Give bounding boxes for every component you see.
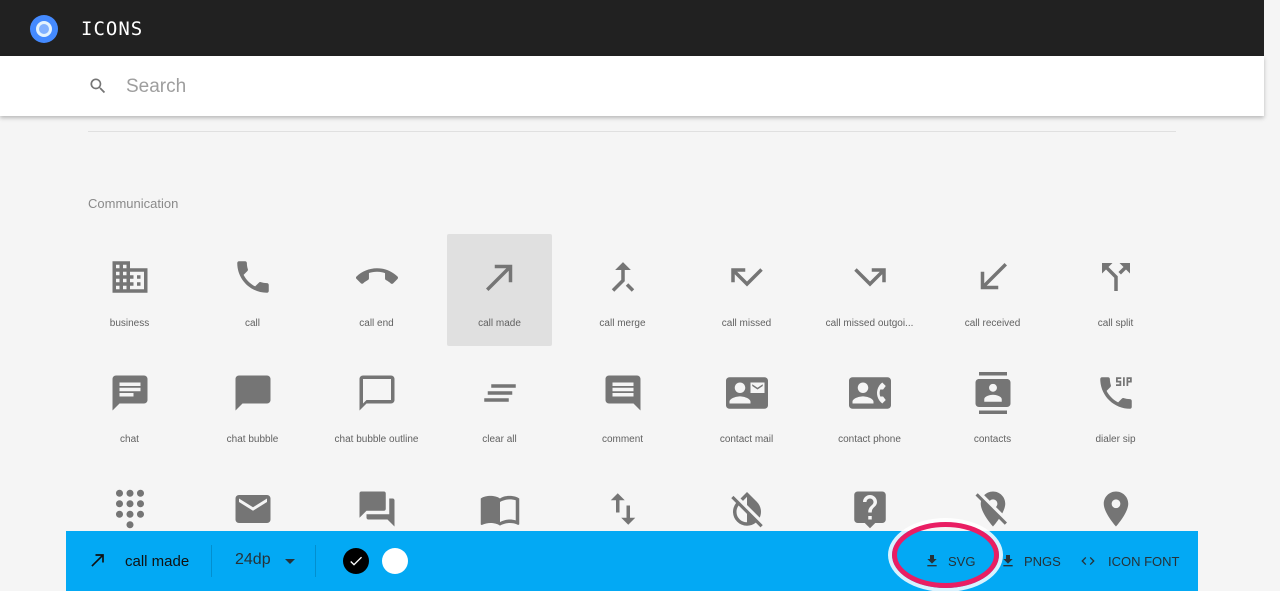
contact-phone-icon <box>849 372 891 414</box>
icon-tile[interactable]: dialer sip <box>1063 350 1168 462</box>
icon-tile[interactable]: call end <box>324 234 429 346</box>
search-icon <box>90 78 106 94</box>
app-logo-icon[interactable] <box>30 15 58 43</box>
contacts-icon <box>972 372 1014 414</box>
icon-tile-label: clear all <box>482 434 517 445</box>
icon-tile-label: chat bubble outline <box>334 434 419 445</box>
call-icon <box>232 256 274 298</box>
download-icon <box>927 555 937 567</box>
icon-tile-label: call end <box>359 318 394 329</box>
icon-tile-label: chat <box>120 434 139 445</box>
import-contacts-icon <box>479 488 521 530</box>
download-svg-label: SVG <box>948 554 976 569</box>
call-made-icon <box>479 256 521 298</box>
icon-tile-label: call missed outgoi... <box>825 318 914 329</box>
icon-tile-label: call made <box>478 318 521 329</box>
icon-tile-label: contact phone <box>838 434 901 445</box>
selected-icon-name: call made <box>125 553 190 570</box>
icon-tile-label: call received <box>964 318 1021 329</box>
chat-bubble-outline-icon <box>356 372 398 414</box>
icon-tile-label: dialer sip <box>1095 434 1136 445</box>
contact-mail-icon <box>726 372 768 414</box>
app-title: ICONS <box>81 18 144 40</box>
icon-tile[interactable]: business <box>77 234 182 346</box>
live-help-icon <box>849 488 891 530</box>
dialpad-icon <box>109 488 151 530</box>
search-input[interactable] <box>124 70 928 104</box>
icon-detail-bar: call made 24dp SVG PNGS ICON FONT <box>66 531 1198 591</box>
icon-tile[interactable]: contact mail <box>694 350 799 462</box>
icon-tile-label: call split <box>1097 318 1134 329</box>
icon-tile-label: call missed <box>721 318 772 329</box>
call-merge-icon <box>602 256 644 298</box>
divider <box>315 545 316 577</box>
icon-tile[interactable]: call <box>200 234 305 346</box>
icon-tile[interactable]: clear all <box>447 350 552 462</box>
search-bar <box>0 56 1264 116</box>
divider <box>211 545 212 577</box>
icon-tile-label: chat bubble <box>226 434 279 445</box>
chat-bubble-icon <box>232 372 274 414</box>
divider <box>88 131 1176 132</box>
white-color-swatch[interactable] <box>382 548 408 574</box>
icon-font-button[interactable]: ICON FONT <box>1080 531 1190 591</box>
download-svg-button[interactable]: SVG <box>922 531 982 591</box>
icon-tile[interactable]: contact phone <box>817 350 922 462</box>
size-dropdown[interactable]: 24dp <box>235 551 271 569</box>
icon-tile[interactable]: contacts <box>940 350 1045 462</box>
forum-icon <box>356 488 398 530</box>
icon-tile[interactable]: chat bubble <box>200 350 305 462</box>
icon-tile-label: call <box>244 318 260 329</box>
download-pngs-button[interactable]: PNGS <box>1000 531 1061 591</box>
chevron-down-icon[interactable] <box>285 559 295 564</box>
black-color-swatch[interactable] <box>343 548 369 574</box>
icon-tile-label: business <box>109 318 150 329</box>
email-icon <box>232 488 274 530</box>
icon-tile[interactable]: call made <box>447 234 552 346</box>
invert-colors-off-icon <box>726 488 768 530</box>
call-end-icon <box>356 256 398 298</box>
call-received-icon <box>972 256 1014 298</box>
icon-tile-label: contacts <box>973 434 1012 445</box>
icon-tile-label: call merge <box>599 318 646 329</box>
icon-tile[interactable]: call merge <box>570 234 675 346</box>
dialer-sip-icon <box>1095 372 1137 414</box>
download-pngs-label: PNGS <box>1024 554 1061 569</box>
code-icon <box>1081 557 1095 565</box>
call-missed-icon <box>726 256 768 298</box>
icon-tile[interactable]: chat <box>77 350 182 462</box>
call-missed-outgoing-icon <box>849 256 891 298</box>
chat-icon <box>109 372 151 414</box>
call-made-icon <box>91 554 104 567</box>
icon-tile[interactable]: call received <box>940 234 1045 346</box>
comment-icon <box>602 372 644 414</box>
icon-tile[interactable]: call missed <box>694 234 799 346</box>
call-split-icon <box>1095 256 1137 298</box>
download-icon <box>1003 555 1013 567</box>
section-title: Communication <box>88 196 179 211</box>
location-on-icon <box>1095 488 1137 530</box>
top-app-bar: ICONS <box>0 0 1264 56</box>
check-icon <box>350 556 362 566</box>
icon-tile[interactable]: chat bubble outline <box>324 350 429 462</box>
icon-font-label: ICON FONT <box>1108 554 1180 569</box>
icon-tile[interactable]: call missed outgoi... <box>817 234 922 346</box>
icon-tile[interactable]: comment <box>570 350 675 462</box>
clear-all-icon <box>479 372 521 414</box>
icon-tile[interactable]: call split <box>1063 234 1168 346</box>
business-icon <box>109 256 151 298</box>
icon-tile-label: contact mail <box>719 434 774 445</box>
location-off-icon <box>972 488 1014 530</box>
icon-tile-label: comment <box>601 434 644 445</box>
import-export-icon <box>602 488 644 530</box>
